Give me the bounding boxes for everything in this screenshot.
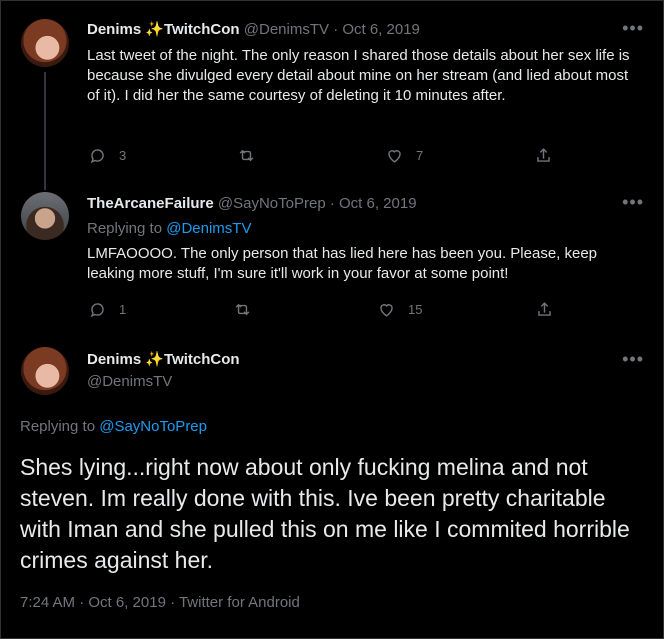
sparkle-icon: ✨ (145, 21, 165, 38)
tweet-text: Last tweet of the night. The only reason… (87, 47, 630, 104)
retweet-icon (235, 303, 250, 316)
handle[interactable]: @DenimsTV (244, 21, 329, 38)
tweet-date[interactable]: · Oct 6, 2019 (333, 21, 420, 38)
display-name[interactable]: Denims (87, 21, 141, 38)
share-icon (537, 148, 550, 162)
tweet-header: Denims ✨TwitchCon (87, 350, 240, 370)
display-name-suffix[interactable]: TwitchCon (164, 351, 240, 368)
thread-line (44, 72, 46, 190)
more-options-icon[interactable]: ••• (622, 349, 644, 370)
handle[interactable]: @SayNoToPrep (218, 195, 326, 212)
tweet-date[interactable]: · Oct 6, 2019 (330, 195, 417, 212)
handle[interactable]: @DenimsTV (87, 372, 172, 392)
display-name[interactable]: TheArcaneFailure (87, 195, 214, 212)
replying-to-link[interactable]: @SayNoToPrep (99, 418, 207, 435)
avatar[interactable] (21, 347, 69, 395)
reply-button[interactable]: 1 (88, 300, 126, 319)
share-button[interactable] (534, 146, 553, 165)
replying-to: Replying to @DenimsTV (87, 219, 251, 239)
replying-label: Replying to (20, 418, 100, 435)
reply-icon (90, 303, 104, 318)
more-options-icon[interactable]: ••• (622, 192, 644, 213)
heart-icon (388, 150, 401, 163)
display-name-suffix[interactable]: TwitchCon (164, 21, 240, 38)
like-count: 15 (408, 302, 423, 317)
share-icon (538, 302, 551, 316)
retweet-button[interactable] (237, 146, 268, 165)
tweet-2[interactable]: TheArcaneFailure @SayNoToPrep · Oct 6, 2… (0, 180, 664, 335)
tweet-text: LMFAOOOO. The only person that has lied … (87, 245, 598, 282)
tweet-1[interactable]: Denims ✨TwitchCon @DenimsTV · Oct 6, 201… (0, 0, 664, 190)
more-options-icon[interactable]: ••• (622, 18, 644, 39)
tweet-timestamp[interactable]: 7:24 AM · Oct 6, 2019 · Twitter for Andr… (20, 594, 300, 611)
avatar[interactable] (21, 19, 69, 67)
tweet-actions: 3 7 (88, 146, 558, 166)
avatar[interactable] (21, 192, 69, 240)
like-button[interactable]: 7 (385, 146, 423, 165)
share-button[interactable] (535, 300, 554, 319)
tweet-header: TheArcaneFailure @SayNoToPrep · Oct 6, 2… (87, 194, 417, 214)
retweet-button[interactable] (233, 300, 264, 319)
display-name[interactable]: Denims (87, 351, 141, 368)
like-count: 7 (416, 148, 424, 163)
tweet-actions: 1 15 (88, 300, 558, 320)
like-button[interactable]: 15 (377, 300, 422, 319)
replying-to-link[interactable]: @DenimsTV (166, 220, 251, 237)
main-tweet-text: Shes lying...right now about only fuckin… (20, 454, 630, 573)
reply-icon (90, 149, 104, 164)
reply-button[interactable]: 3 (88, 146, 126, 165)
replying-to: Replying to @SayNoToPrep (20, 417, 207, 437)
tweet-header: Denims ✨TwitchCon @DenimsTV · Oct 6, 201… (87, 20, 420, 40)
reply-count: 1 (119, 302, 127, 317)
reply-count: 3 (119, 148, 127, 163)
replying-label: Replying to (87, 220, 167, 237)
retweet-icon (239, 149, 254, 162)
heart-icon (380, 304, 393, 317)
sparkle-icon: ✨ (145, 351, 165, 368)
